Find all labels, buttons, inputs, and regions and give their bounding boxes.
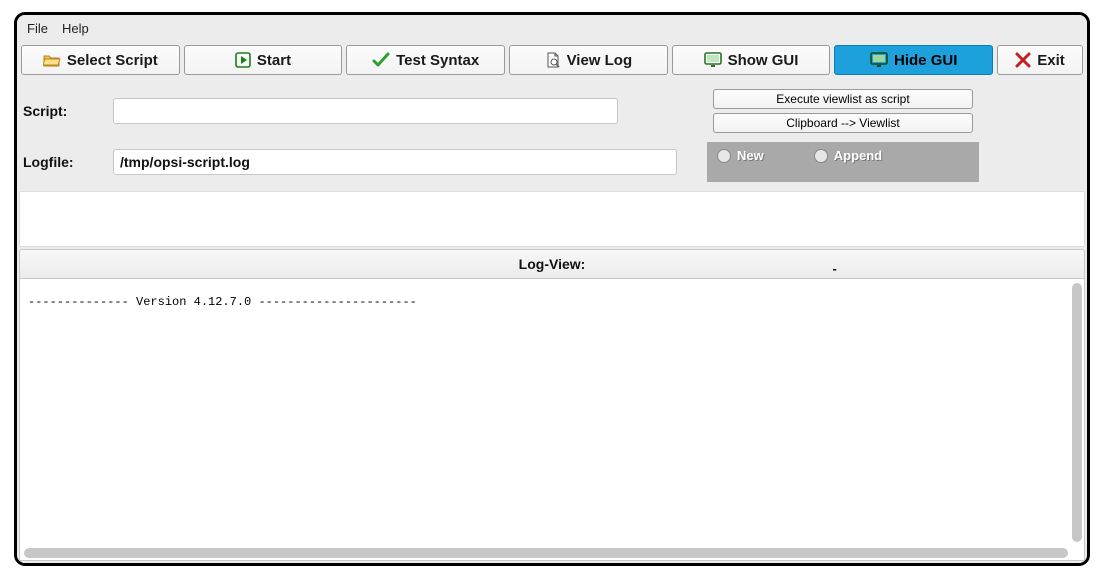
log-view-dash: - — [585, 253, 1084, 276]
check-icon — [372, 52, 390, 68]
script-input[interactable] — [113, 98, 618, 124]
app-window: File Help Select Script Start Test Synta… — [15, 13, 1089, 565]
vertical-scrollbar[interactable] — [1072, 283, 1082, 542]
menu-bar: File Help — [17, 15, 1087, 41]
script-label: Script: — [17, 103, 109, 119]
logfile-row: Logfile: New Append — [17, 141, 1087, 183]
spacer-panel — [19, 191, 1085, 247]
horizontal-scrollbar[interactable] — [24, 548, 1068, 558]
menu-file[interactable]: File — [27, 21, 48, 36]
radio-new[interactable]: New — [717, 148, 764, 163]
toolbar: Select Script Start Test Syntax View Log… — [17, 41, 1087, 81]
monitor-icon — [704, 52, 722, 68]
toolbar-label: Start — [257, 52, 291, 69]
radio-append[interactable]: Append — [814, 148, 882, 163]
toolbar-label: Exit — [1037, 52, 1065, 69]
toolbar-label: Select Script — [67, 52, 158, 69]
view-log-button[interactable]: View Log — [509, 45, 668, 75]
toolbar-label: Test Syntax — [396, 52, 479, 69]
folder-open-icon — [43, 53, 61, 67]
clipboard-viewlist-button[interactable]: Clipboard --> Viewlist — [713, 113, 973, 133]
log-view: -------------- Version 4.12.7.0 --------… — [19, 279, 1085, 561]
script-row: Script: Execute viewlist as script Clipb… — [17, 81, 1087, 141]
toolbar-label: Show GUI — [728, 52, 799, 69]
toolbar-label: View Log — [567, 52, 633, 69]
show-gui-button[interactable]: Show GUI — [672, 45, 831, 75]
play-icon — [235, 52, 251, 68]
radio-icon — [814, 149, 828, 163]
radio-label: New — [737, 148, 764, 163]
close-icon — [1015, 52, 1031, 68]
menu-help[interactable]: Help — [62, 21, 89, 36]
body-area: Script: Execute viewlist as script Clipb… — [17, 81, 1087, 563]
hide-gui-button[interactable]: Hide GUI — [834, 45, 993, 75]
log-mode-radios: New Append — [707, 142, 979, 182]
log-content[interactable]: -------------- Version 4.12.7.0 --------… — [20, 279, 1084, 317]
log-view-header: Log-View: - — [19, 249, 1085, 279]
test-syntax-button[interactable]: Test Syntax — [346, 45, 505, 75]
radio-label: Append — [834, 148, 882, 163]
log-view-title: Log-View: — [519, 256, 586, 272]
start-button[interactable]: Start — [184, 45, 343, 75]
execute-viewlist-button[interactable]: Execute viewlist as script — [713, 89, 973, 109]
exit-button[interactable]: Exit — [997, 45, 1083, 75]
logfile-input[interactable] — [113, 149, 677, 175]
logfile-label: Logfile: — [17, 154, 109, 170]
monitor-icon — [870, 52, 888, 68]
toolbar-label: Hide GUI — [894, 52, 957, 69]
radio-icon — [717, 149, 731, 163]
document-search-icon — [545, 52, 561, 68]
select-script-button[interactable]: Select Script — [21, 45, 180, 75]
